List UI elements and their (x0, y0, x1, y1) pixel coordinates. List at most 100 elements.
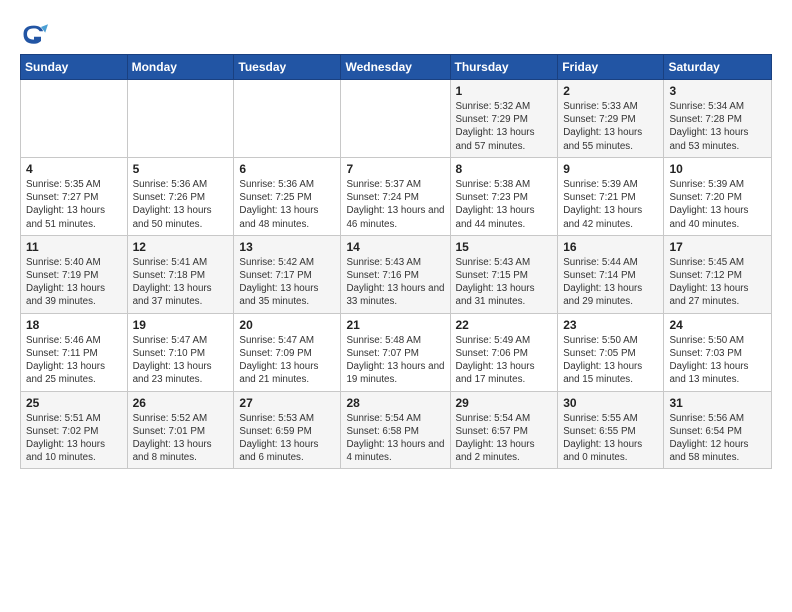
day-cell: 21 Sunrise: 5:48 AMSunset: 7:07 PMDayligh… (341, 313, 450, 391)
day-number: 19 (133, 318, 229, 332)
day-number: 2 (563, 84, 658, 98)
day-info: Sunrise: 5:42 AMSunset: 7:17 PMDaylight:… (239, 256, 335, 309)
day-info: Sunrise: 5:41 AMSunset: 7:18 PMDaylight:… (133, 256, 229, 309)
day-info: Sunrise: 5:38 AMSunset: 7:23 PMDaylight:… (456, 178, 553, 231)
day-cell: 9 Sunrise: 5:39 AMSunset: 7:21 PMDaylight… (558, 157, 664, 235)
day-cell: 25 Sunrise: 5:51 AMSunset: 7:02 PMDayligh… (21, 391, 128, 469)
header-sunday: Sunday (21, 55, 128, 80)
day-number: 6 (239, 162, 335, 176)
day-info: Sunrise: 5:43 AMSunset: 7:16 PMDaylight:… (346, 256, 444, 309)
day-cell: 24 Sunrise: 5:50 AMSunset: 7:03 PMDayligh… (664, 313, 772, 391)
header-tuesday: Tuesday (234, 55, 341, 80)
day-info: Sunrise: 5:50 AMSunset: 7:05 PMDaylight:… (563, 334, 658, 387)
day-number: 22 (456, 318, 553, 332)
day-info: Sunrise: 5:44 AMSunset: 7:14 PMDaylight:… (563, 256, 658, 309)
day-number: 20 (239, 318, 335, 332)
day-number: 28 (346, 396, 444, 410)
day-info: Sunrise: 5:50 AMSunset: 7:03 PMDaylight:… (669, 334, 766, 387)
day-cell: 12 Sunrise: 5:41 AMSunset: 7:18 PMDayligh… (127, 235, 234, 313)
day-info: Sunrise: 5:37 AMSunset: 7:24 PMDaylight:… (346, 178, 444, 231)
day-number: 21 (346, 318, 444, 332)
day-number: 27 (239, 396, 335, 410)
day-cell: 1 Sunrise: 5:32 AMSunset: 7:29 PMDaylight… (450, 80, 558, 158)
day-number: 14 (346, 240, 444, 254)
day-info: Sunrise: 5:36 AMSunset: 7:25 PMDaylight:… (239, 178, 335, 231)
day-cell: 6 Sunrise: 5:36 AMSunset: 7:25 PMDaylight… (234, 157, 341, 235)
day-cell: 23 Sunrise: 5:50 AMSunset: 7:05 PMDayligh… (558, 313, 664, 391)
day-info: Sunrise: 5:51 AMSunset: 7:02 PMDaylight:… (26, 412, 122, 465)
day-number: 17 (669, 240, 766, 254)
day-info: Sunrise: 5:48 AMSunset: 7:07 PMDaylight:… (346, 334, 444, 387)
day-cell: 28 Sunrise: 5:54 AMSunset: 6:58 PMDayligh… (341, 391, 450, 469)
day-cell (127, 80, 234, 158)
day-cell (341, 80, 450, 158)
day-cell: 18 Sunrise: 5:46 AMSunset: 7:11 PMDayligh… (21, 313, 128, 391)
week-row-3: 11 Sunrise: 5:40 AMSunset: 7:19 PMDayligh… (21, 235, 772, 313)
day-number: 3 (669, 84, 766, 98)
day-number: 9 (563, 162, 658, 176)
day-cell: 5Sunrise: 5:36 AMSunset: 7:26 PMDaylight… (127, 157, 234, 235)
day-info: Sunrise: 5:36 AMSunset: 7:26 PMDaylight:… (133, 178, 229, 231)
day-info: Sunrise: 5:47 AMSunset: 7:10 PMDaylight:… (133, 334, 229, 387)
day-info: Sunrise: 5:45 AMSunset: 7:12 PMDaylight:… (669, 256, 766, 309)
day-info: Sunrise: 5:43 AMSunset: 7:15 PMDaylight:… (456, 256, 553, 309)
week-row-1: 1 Sunrise: 5:32 AMSunset: 7:29 PMDaylight… (21, 80, 772, 158)
day-number: 24 (669, 318, 766, 332)
day-number: 1 (456, 84, 553, 98)
header-monday: Monday (127, 55, 234, 80)
day-number: 16 (563, 240, 658, 254)
day-number: 25 (26, 396, 122, 410)
day-info: Sunrise: 5:53 AMSunset: 6:59 PMDaylight:… (239, 412, 335, 465)
day-info: Sunrise: 5:34 AMSunset: 7:28 PMDaylight:… (669, 100, 766, 153)
day-info: Sunrise: 5:54 AMSunset: 6:58 PMDaylight:… (346, 412, 444, 465)
day-cell: 4Sunrise: 5:35 AMSunset: 7:27 PMDaylight… (21, 157, 128, 235)
week-row-5: 25 Sunrise: 5:51 AMSunset: 7:02 PMDayligh… (21, 391, 772, 469)
header-wednesday: Wednesday (341, 55, 450, 80)
day-cell: 11 Sunrise: 5:40 AMSunset: 7:19 PMDayligh… (21, 235, 128, 313)
logo (20, 20, 50, 48)
day-info: Sunrise: 5:32 AMSunset: 7:29 PMDaylight:… (456, 100, 553, 153)
day-cell: 8 Sunrise: 5:38 AMSunset: 7:23 PMDaylight… (450, 157, 558, 235)
day-cell (234, 80, 341, 158)
day-number: 23 (563, 318, 658, 332)
header-saturday: Saturday (664, 55, 772, 80)
day-cell: 14 Sunrise: 5:43 AMSunset: 7:16 PMDayligh… (341, 235, 450, 313)
day-number: 8 (456, 162, 553, 176)
day-cell: 13 Sunrise: 5:42 AMSunset: 7:17 PMDayligh… (234, 235, 341, 313)
day-info: Sunrise: 5:39 AMSunset: 7:20 PMDaylight:… (669, 178, 766, 231)
day-cell: 19 Sunrise: 5:47 AMSunset: 7:10 PMDayligh… (127, 313, 234, 391)
day-number: 10 (669, 162, 766, 176)
day-cell: 27 Sunrise: 5:53 AMSunset: 6:59 PMDayligh… (234, 391, 341, 469)
day-cell: 22 Sunrise: 5:49 AMSunset: 7:06 PMDayligh… (450, 313, 558, 391)
day-info: Sunrise: 5:40 AMSunset: 7:19 PMDaylight:… (26, 256, 122, 309)
day-cell (21, 80, 128, 158)
day-number: 18 (26, 318, 122, 332)
day-number: 13 (239, 240, 335, 254)
day-info: Sunrise: 5:33 AMSunset: 7:29 PMDaylight:… (563, 100, 658, 153)
day-info: Sunrise: 5:56 AMSunset: 6:54 PMDaylight:… (669, 412, 766, 465)
day-number: 12 (133, 240, 229, 254)
day-number: 4 (26, 162, 122, 176)
week-row-4: 18 Sunrise: 5:46 AMSunset: 7:11 PMDayligh… (21, 313, 772, 391)
day-cell: 26 Sunrise: 5:52 AMSunset: 7:01 PMDayligh… (127, 391, 234, 469)
day-info: Sunrise: 5:55 AMSunset: 6:55 PMDaylight:… (563, 412, 658, 465)
day-cell: 15 Sunrise: 5:43 AMSunset: 7:15 PMDayligh… (450, 235, 558, 313)
day-number: 31 (669, 396, 766, 410)
calendar-table: SundayMondayTuesdayWednesdayThursdayFrid… (20, 54, 772, 469)
day-cell: 20Sunrise: 5:47 AMSunset: 7:09 PMDayligh… (234, 313, 341, 391)
day-number: 7 (346, 162, 444, 176)
week-row-2: 4Sunrise: 5:35 AMSunset: 7:27 PMDaylight… (21, 157, 772, 235)
day-cell: 29Sunrise: 5:54 AMSunset: 6:57 PMDayligh… (450, 391, 558, 469)
day-number: 15 (456, 240, 553, 254)
day-number: 11 (26, 240, 122, 254)
day-info: Sunrise: 5:49 AMSunset: 7:06 PMDaylight:… (456, 334, 553, 387)
header-friday: Friday (558, 55, 664, 80)
day-info: Sunrise: 5:52 AMSunset: 7:01 PMDaylight:… (133, 412, 229, 465)
day-cell: 30Sunrise: 5:55 AMSunset: 6:55 PMDayligh… (558, 391, 664, 469)
day-info: Sunrise: 5:46 AMSunset: 7:11 PMDaylight:… (26, 334, 122, 387)
day-info: Sunrise: 5:39 AMSunset: 7:21 PMDaylight:… (563, 178, 658, 231)
header-thursday: Thursday (450, 55, 558, 80)
day-number: 26 (133, 396, 229, 410)
header-row: SundayMondayTuesdayWednesdayThursdayFrid… (21, 55, 772, 80)
day-cell: 16 Sunrise: 5:44 AMSunset: 7:14 PMDayligh… (558, 235, 664, 313)
